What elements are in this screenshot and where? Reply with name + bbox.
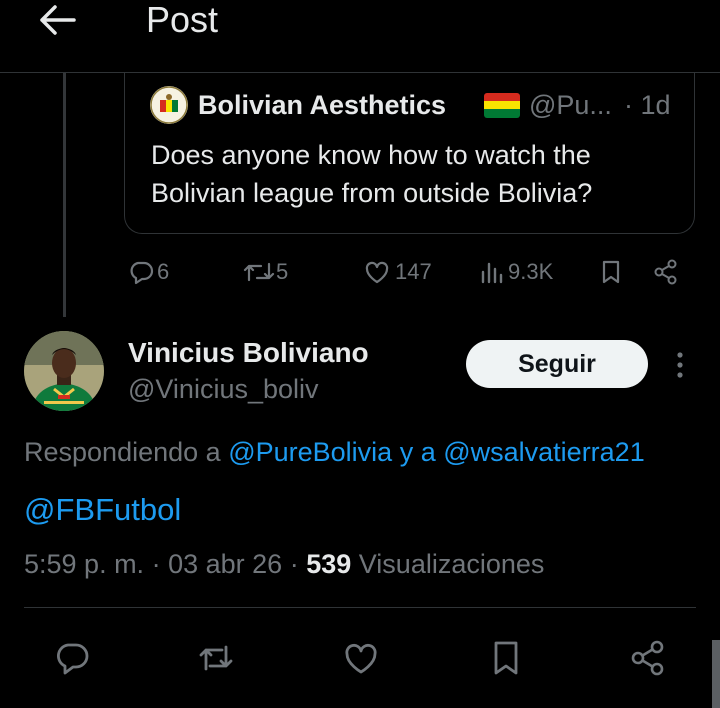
scroll-indicator	[712, 640, 720, 708]
views-label: Visualizaciones	[358, 549, 545, 579]
share-action[interactable]	[652, 256, 680, 288]
quoted-post-time: · 1d	[624, 90, 671, 120]
mention-link-wsalvatierra21[interactable]: @wsalvatierra21	[443, 437, 645, 467]
like-action[interactable]: 147	[363, 256, 432, 288]
repost-action[interactable]: 5	[242, 256, 288, 288]
author-handle[interactable]: @Vinicius_boliv	[128, 372, 319, 406]
post-metadata: 5:59 p. m. · 03 abr 26 · 539 Visualizaci…	[24, 549, 545, 579]
bookmark-action[interactable]	[597, 256, 625, 288]
follow-button[interactable]: Seguir	[466, 340, 648, 388]
views-number: 539	[306, 549, 352, 579]
share-icon	[652, 258, 680, 286]
repost-count: 5	[276, 259, 289, 284]
post-time[interactable]: 5:59 p. m.	[24, 549, 144, 579]
post-body-mention[interactable]: @FBFutbol	[24, 490, 181, 530]
quoted-author-name[interactable]: Bolivian Aesthetics	[198, 88, 446, 122]
analytics-icon	[478, 258, 506, 286]
share-button[interactable]	[628, 638, 668, 678]
reply-action[interactable]: 6	[127, 256, 169, 288]
bookmark-icon	[597, 258, 625, 286]
more-options-icon[interactable]	[674, 350, 686, 380]
quoted-author-handle[interactable]: @Pu...	[529, 88, 612, 122]
page-title: Post	[146, 0, 219, 40]
back-arrow-icon[interactable]	[38, 4, 76, 36]
reply-button[interactable]	[52, 638, 92, 678]
repost-button[interactable]	[196, 638, 236, 678]
view-count: 9.3K	[508, 259, 554, 284]
metadata-divider	[24, 607, 696, 608]
author-name[interactable]: Vinicius Boliviano	[128, 336, 369, 370]
thread-connector-line	[63, 73, 66, 317]
replying-prefix: Respondiendo a	[24, 437, 221, 467]
bookmark-button[interactable]	[486, 638, 526, 678]
reply-count: 6	[157, 259, 170, 284]
replying-join: y a	[399, 437, 436, 467]
reply-icon	[127, 258, 155, 286]
mention-link-purebolivia[interactable]: @PureBolivia	[228, 437, 392, 467]
quoted-author-avatar[interactable]	[150, 86, 188, 124]
like-button[interactable]	[341, 638, 381, 678]
views-action[interactable]: 9.3K	[478, 256, 553, 288]
bolivia-flag-icon	[484, 93, 520, 118]
heart-icon	[363, 258, 391, 286]
replying-to-line: Respondiendo a @PureBolivia y a @wsalvat…	[24, 434, 645, 470]
repost-icon	[242, 258, 276, 286]
like-count: 147	[395, 259, 432, 284]
quoted-post-text: Does anyone know how to watch the Bolivi…	[151, 140, 593, 208]
post-date[interactable]: 03 abr 26	[168, 549, 282, 579]
author-avatar[interactable]	[24, 331, 104, 411]
